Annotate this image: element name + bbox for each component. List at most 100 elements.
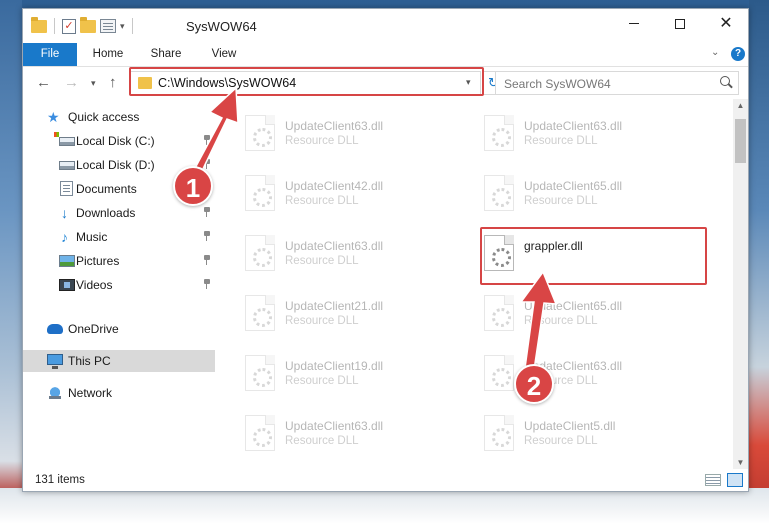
sidebar-item-label: Documents [76, 182, 137, 196]
quick-access-toolbar: ✓ ▾ [31, 16, 136, 34]
status-bar: 131 items [23, 469, 748, 491]
tab-home[interactable]: Home [85, 43, 131, 66]
close-button[interactable]: ✕ [703, 9, 749, 39]
search-placeholder: Search SysWOW64 [504, 77, 611, 91]
file-type: Resource DLL [524, 435, 598, 447]
file-type: Resource DLL [285, 315, 359, 327]
file-item[interactable]: UpdateClient65.dll Resource DLL [478, 293, 708, 349]
minimize-button[interactable] [611, 9, 657, 39]
network-icon [47, 386, 63, 400]
toolbar-separator [131, 18, 133, 34]
file-name: UpdateClient19.dll [285, 359, 384, 373]
ribbon-tabs: File Home Share View ⌄ ? [23, 43, 748, 67]
sidebar-item-label: Music [76, 230, 108, 244]
large-icons-view-icon[interactable] [727, 473, 743, 487]
file-item[interactable]: UpdateClient19.dll Resource DLL [239, 353, 469, 409]
documents-icon [60, 181, 73, 196]
dll-file-icon [245, 355, 275, 391]
desktop-background-bottom [0, 488, 769, 524]
drive-icon [59, 161, 75, 170]
recent-locations-button[interactable]: ▾ [91, 78, 96, 89]
sidebar-item-label: Videos [76, 278, 113, 292]
back-button[interactable]: ← [36, 74, 51, 91]
drive-icon [54, 132, 75, 146]
file-name: UpdateClient63.dll [285, 119, 384, 133]
dll-file-icon [484, 415, 514, 451]
sidebar-item-label: Network [68, 386, 113, 400]
file-item[interactable]: UpdateClient63.dll Resource DLL [478, 113, 708, 169]
pin-icon[interactable] [203, 255, 211, 265]
dll-file-icon [484, 355, 514, 391]
file-name: UpdateClient63.dll [285, 239, 384, 253]
maximize-button[interactable] [657, 9, 703, 39]
vertical-scrollbar[interactable]: ▲ ▼ [733, 99, 748, 469]
file-item[interactable]: UpdateClient63.dll Resource DLL [239, 113, 469, 169]
new-folder-icon[interactable] [80, 16, 96, 33]
pin-icon[interactable] [203, 231, 211, 241]
file-name: UpdateClient63.dll [285, 419, 384, 433]
title-bar: ✓ ▾ SysWOW64 ✕ [23, 9, 748, 43]
tab-view[interactable]: View [201, 43, 247, 66]
properties-icon[interactable] [100, 19, 116, 33]
file-item[interactable]: UpdateClient5.dll Resource DLL [478, 413, 708, 469]
file-item[interactable]: UpdateClient63.dll Resource DLL [239, 233, 469, 289]
file-item[interactable]: UpdateClient65.dll Resource DLL [478, 173, 708, 229]
navigation-pane: ★ Quick access Local Disk (C:) Local Dis… [23, 105, 217, 469]
sidebar-item-label: This PC [68, 354, 111, 368]
checkmark-icon[interactable]: ✓ [62, 18, 76, 34]
sidebar-item-this-pc[interactable]: This PC [23, 350, 215, 372]
file-item[interactable]: UpdateClient21.dll Resource DLL [239, 293, 469, 349]
address-bar-highlight [129, 67, 484, 96]
sidebar-item-pictures[interactable]: Pictures [23, 250, 215, 272]
file-item[interactable]: UpdateClient42.dll Resource DLL [239, 173, 469, 229]
sidebar-item-label: OneDrive [68, 322, 119, 336]
tab-file[interactable]: File [23, 43, 77, 66]
file-name: UpdateClient21.dll [285, 299, 384, 313]
dll-file-icon [484, 295, 514, 331]
search-input[interactable]: Search SysWOW64 [495, 71, 739, 95]
pin-icon[interactable] [203, 279, 211, 289]
pin-icon[interactable] [203, 207, 211, 217]
chevron-down-icon[interactable]: ▾ [120, 21, 125, 32]
tab-share[interactable]: Share [143, 43, 189, 66]
minimize-icon [629, 23, 639, 25]
sidebar-item-network[interactable]: Network [23, 382, 215, 404]
pictures-icon [59, 255, 75, 267]
videos-icon [59, 279, 75, 291]
dll-file-icon [245, 115, 275, 151]
forward-button[interactable]: → [64, 74, 79, 91]
cloud-icon [47, 324, 63, 334]
chevron-down-icon[interactable]: ▼ [733, 458, 748, 467]
sidebar-item-videos[interactable]: Videos [23, 274, 215, 296]
help-icon[interactable]: ? [731, 47, 745, 61]
up-button[interactable]: ↑ [109, 74, 117, 91]
close-icon: ✕ [719, 15, 733, 32]
grappler-file-highlight [480, 227, 707, 285]
sidebar-item-label: Pictures [76, 254, 120, 268]
file-list: UpdateClient63.dll Resource DLL UpdateCl… [219, 105, 733, 469]
pin-icon[interactable] [203, 135, 211, 145]
chevron-up-icon[interactable]: ▲ [733, 101, 748, 110]
file-type: Resource DLL [285, 435, 359, 447]
sidebar-item-label: Downloads [76, 206, 136, 220]
sidebar-item-quick-access[interactable]: ★ Quick access [23, 106, 215, 128]
file-item[interactable]: UpdateClient63.dll Resource DLL [478, 353, 708, 409]
file-type: Resource DLL [524, 195, 598, 207]
sidebar-item-local-disk-c[interactable]: Local Disk (C:) [23, 130, 215, 152]
file-item[interactable]: UpdateClient63.dll Resource DLL [239, 413, 469, 469]
details-view-icon[interactable] [705, 474, 721, 486]
file-type: Resource DLL [524, 315, 598, 327]
expand-ribbon-icon[interactable]: ⌄ [711, 47, 719, 58]
scrollbar-thumb[interactable] [735, 119, 746, 163]
file-type: Resource DLL [524, 135, 598, 147]
desktop-background-right [749, 0, 769, 524]
sidebar-item-onedrive[interactable]: OneDrive [23, 318, 215, 340]
maximize-icon [675, 18, 685, 29]
pin-icon[interactable] [203, 159, 211, 169]
file-name: UpdateClient42.dll [285, 179, 384, 193]
sidebar-item-music[interactable]: ♪ Music [23, 226, 215, 248]
dll-file-icon [245, 235, 275, 271]
file-name: UpdateClient65.dll [524, 299, 623, 313]
file-type: Resource DLL [285, 375, 359, 387]
sidebar-item-downloads[interactable]: ↓ Downloads [23, 202, 215, 224]
